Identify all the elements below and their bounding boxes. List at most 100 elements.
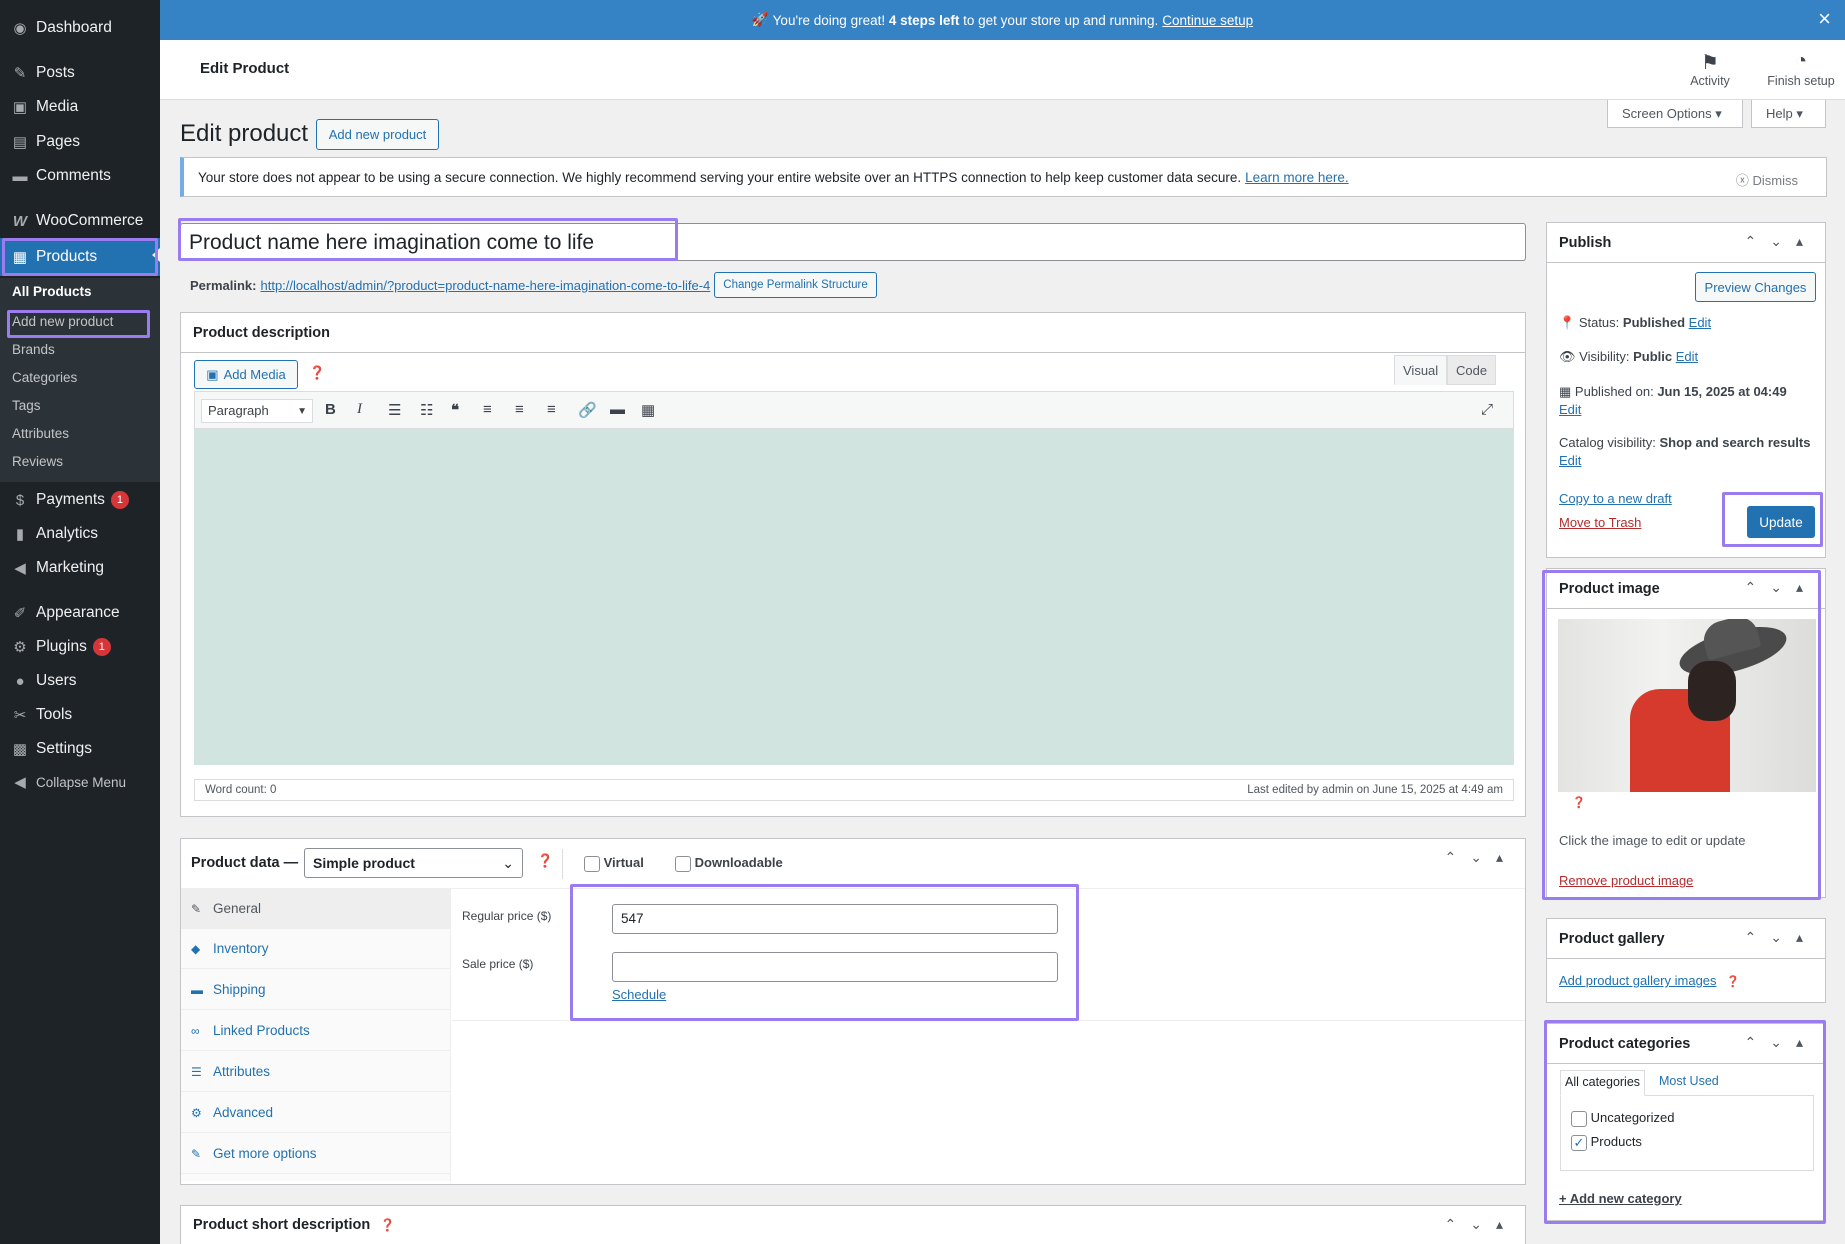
help-icon[interactable]: ❓	[380, 1218, 395, 1232]
italic-icon[interactable]: I	[357, 401, 362, 418]
editor-content-area[interactable]	[194, 429, 1514, 765]
sale-price-input[interactable]	[612, 952, 1058, 982]
move-to-trash-link[interactable]: Move to Trash	[1559, 515, 1641, 530]
hair-shape	[1688, 661, 1736, 721]
tab-most-used[interactable]: Most Used	[1659, 1074, 1719, 1088]
product-type-select[interactable]: Simple product ⌄	[304, 848, 523, 878]
tab-label: Get more options	[213, 1146, 317, 1161]
link-icon[interactable]: 🔗	[578, 401, 597, 419]
bold-icon[interactable]: B	[325, 401, 336, 418]
box-arrows[interactable]: ⌃⌄▴	[1745, 1034, 1818, 1051]
product-image[interactable]	[1558, 619, 1816, 792]
submenu-all-products[interactable]: All Products	[12, 284, 92, 299]
remove-image-link[interactable]: Remove product image	[1559, 873, 1693, 888]
box-arrows[interactable]: ⌃⌄▴	[1445, 849, 1518, 866]
tab-get-more-options[interactable]: ✎ Get more options	[181, 1134, 451, 1174]
sidebar-item-users[interactable]: ● Users	[0, 664, 160, 698]
checkmark-icon: ✓	[1571, 1134, 1587, 1151]
tab-linked-products[interactable]: ∞ Linked Products	[181, 1011, 451, 1051]
submenu-tags[interactable]: Tags	[12, 398, 41, 413]
tab-code[interactable]: Code	[1447, 355, 1497, 385]
tab-shipping[interactable]: ▬ Shipping	[181, 970, 451, 1010]
copy-draft-link[interactable]: Copy to a new draft	[1559, 491, 1672, 506]
submenu-add-new-product[interactable]: Add new product	[12, 314, 113, 329]
screen-options-button[interactable]: Screen Options ▾	[1607, 100, 1743, 128]
box-arrows[interactable]: ⌃⌄▴	[1745, 233, 1818, 250]
close-icon[interactable]: ×	[1818, 8, 1831, 30]
read-more-icon[interactable]: ▬	[610, 401, 625, 418]
tab-advanced[interactable]: ⚙ Advanced	[181, 1093, 451, 1133]
sidebar-item-appearance[interactable]: ✐ Appearance	[0, 596, 160, 630]
sidebar-item-tools[interactable]: ✂ Tools	[0, 698, 160, 732]
tab-all-categories[interactable]: All categories	[1560, 1070, 1646, 1096]
box-arrows[interactable]: ⌃⌄▴	[1745, 929, 1818, 946]
submenu-categories[interactable]: Categories	[12, 370, 77, 385]
tab-attributes[interactable]: ☰ Attributes	[181, 1052, 451, 1092]
submenu-reviews[interactable]: Reviews	[12, 454, 63, 469]
help-icon[interactable]: ❓	[1726, 976, 1740, 988]
add-new-product-button[interactable]: Add new product	[316, 119, 439, 150]
preview-changes-button[interactable]: Preview Changes	[1695, 272, 1816, 302]
tab-visual[interactable]: Visual	[1394, 355, 1448, 385]
tab-inventory[interactable]: ◆ Inventory	[181, 929, 451, 969]
submenu-attributes[interactable]: Attributes	[12, 426, 69, 441]
tab-general[interactable]: ✎ General	[181, 889, 451, 929]
sidebar-item-products[interactable]: ▦ Products	[0, 238, 160, 276]
sidebar-item-media[interactable]: ▣ Media	[0, 90, 160, 124]
bullet-list-icon[interactable]: ☰	[388, 401, 401, 419]
fullscreen-icon[interactable]: ⤢	[1481, 401, 1493, 418]
category-uncategorized[interactable]: Uncategorized	[1571, 1110, 1674, 1127]
align-center-icon[interactable]: ≡	[515, 401, 524, 418]
blockquote-icon[interactable]: ❝	[451, 401, 459, 419]
format-select[interactable]: Paragraph ▼	[201, 399, 313, 423]
help-button[interactable]: Help ▾	[1751, 100, 1826, 128]
sidebar-item-marketing[interactable]: ◀ Marketing	[0, 551, 160, 585]
dashboard-icon: ◉	[13, 19, 27, 37]
sidebar-item-plugins[interactable]: ⚙ Plugins 1	[0, 630, 160, 664]
activity-button[interactable]: ⚑ Activity	[1680, 50, 1740, 88]
plugins-badge: 1	[92, 638, 111, 656]
finish-setup-button[interactable]: ◔ Finish setup	[1763, 50, 1839, 88]
box-arrows[interactable]: ⌃⌄▴	[1445, 1216, 1518, 1233]
product-title-input[interactable]: Product name here imagination come to li…	[180, 223, 1526, 261]
regular-price-input[interactable]: 547	[612, 904, 1058, 934]
edit-catalog-link[interactable]: Edit	[1559, 453, 1581, 468]
edit-date-link[interactable]: Edit	[1559, 402, 1581, 417]
update-button[interactable]: Update	[1747, 506, 1815, 538]
product-categories-box: Product categories ⌃⌄▴ All categories Mo…	[1546, 1023, 1826, 1221]
schedule-link[interactable]: Schedule	[612, 987, 666, 1002]
align-left-icon[interactable]: ≡	[483, 401, 492, 418]
editor-toolbar: Paragraph ▼ B I ☰ ☷ ❝ ≡ ≡ ≡ 🔗 ▬ ▦ ⤢	[194, 391, 1514, 429]
change-permalink-button[interactable]: Change Permalink Structure	[714, 272, 877, 298]
virtual-checkbox[interactable]: Virtual	[584, 855, 644, 872]
edit-status-link[interactable]: Edit	[1689, 315, 1711, 330]
dismiss-button[interactable]: ⓧ Dismiss	[1736, 170, 1798, 189]
sidebar-item-dashboard[interactable]: ◉ Dashboard	[0, 11, 160, 45]
permalink-url[interactable]: http://localhost/admin/?product=product-…	[260, 278, 710, 293]
collapse-icon: ◀	[14, 773, 26, 791]
add-media-button[interactable]: ▣ Add Media	[194, 360, 298, 389]
toolbar-toggle-icon[interactable]: ▦	[641, 401, 655, 419]
add-gallery-images-link[interactable]: Add product gallery images	[1559, 973, 1717, 988]
sidebar-item-woocommerce[interactable]: W WooCommerce	[0, 204, 160, 238]
sidebar-item-posts[interactable]: ✎ Posts	[0, 56, 160, 90]
continue-setup-link[interactable]: Continue setup	[1162, 13, 1253, 28]
sidebar-item-settings[interactable]: ▩ Settings	[0, 732, 160, 766]
submenu-brands[interactable]: Brands	[12, 342, 55, 357]
category-products[interactable]: ✓ Products	[1571, 1134, 1642, 1151]
downloadable-checkbox[interactable]: Downloadable	[675, 855, 783, 872]
sidebar-item-analytics[interactable]: ▮ Analytics	[0, 517, 160, 551]
learn-more-link[interactable]: Learn more here.	[1245, 170, 1349, 185]
collapse-menu-button[interactable]: ◀ Collapse Menu	[0, 765, 160, 799]
help-icon[interactable]: ❓	[309, 365, 325, 381]
sidebar-item-comments[interactable]: ▬ Comments	[0, 159, 160, 193]
help-icon[interactable]: ❓	[537, 853, 553, 869]
numbered-list-icon[interactable]: ☷	[420, 401, 433, 419]
add-category-link[interactable]: + Add new category	[1559, 1191, 1682, 1206]
sidebar-item-pages[interactable]: ▤ Pages	[0, 125, 160, 159]
box-arrows[interactable]: ⌃⌄▴	[1745, 579, 1818, 596]
sidebar-item-payments[interactable]: $ Payments 1	[0, 483, 160, 517]
help-icon[interactable]: ❓	[1572, 796, 1586, 809]
edit-visibility-link[interactable]: Edit	[1676, 349, 1698, 364]
align-right-icon[interactable]: ≡	[547, 401, 556, 418]
